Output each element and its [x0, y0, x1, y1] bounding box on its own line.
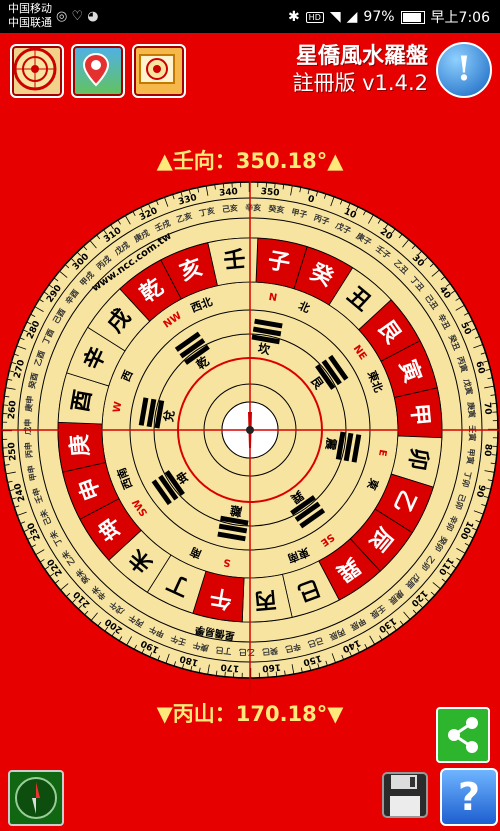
compass-mode-button[interactable] — [10, 44, 64, 98]
app-version: 註冊版 v1.4.2 — [292, 71, 428, 95]
map-pin-icon — [82, 52, 110, 87]
mountain-label: 壬 — [223, 247, 247, 274]
help-icon: ? — [457, 775, 481, 819]
jiazi-label: 丙申 — [23, 442, 34, 459]
degree-label: 340 — [219, 187, 239, 199]
battery-icon — [400, 10, 425, 24]
compass-icon — [13, 47, 57, 91]
jiazi-label: 戊申 — [22, 419, 32, 436]
degree-label: 160 — [262, 661, 282, 673]
degree-label: 250 — [7, 442, 19, 462]
trigram-label: 離 — [229, 503, 243, 520]
jiazi-label: 甲寅 — [465, 448, 477, 465]
jiazi-label: 己亥 — [221, 203, 238, 214]
app-title: 星僑風水羅盤 註冊版 v1.4.2 — [292, 44, 428, 96]
direction-label: W — [112, 401, 125, 414]
jiazi-label: 丁巳 — [215, 645, 232, 656]
mountain-label: 卯 — [403, 446, 431, 472]
clock: 早上7:06 — [430, 10, 490, 26]
photo-button[interactable] — [132, 44, 186, 98]
carrier-2: 中国联通 — [8, 16, 52, 29]
compass-svg: 0102030405060708090100110120130140150160… — [0, 175, 500, 695]
mountain-label: 庚 — [66, 433, 94, 457]
carrier-1: 中国移动 — [8, 2, 52, 15]
degree-label: 80 — [482, 443, 493, 456]
mountain-label: 子 — [266, 248, 292, 276]
wifi-icon: ◥ — [329, 9, 341, 25]
jiazi-label: 癸亥 — [267, 203, 285, 215]
save-icon — [382, 772, 428, 818]
info-icon: ! — [456, 49, 472, 89]
jiazi-label: 庚寅 — [466, 401, 477, 418]
trigram-label: 坎 — [257, 340, 271, 357]
hd-icon: HD — [305, 11, 324, 23]
sitting-reading: ▼丙山：170.18°▼ — [156, 702, 344, 726]
app-name: 星僑風水羅盤 — [295, 44, 428, 69]
compass-needle-icon — [15, 777, 57, 819]
trigram-label: 兌 — [160, 409, 177, 423]
mountain-label: 酉 — [68, 388, 96, 414]
notification-icons: ◎ ♡ ◕ — [56, 9, 99, 24]
save-button[interactable] — [380, 768, 430, 822]
signal-icon: ◢ — [346, 9, 358, 25]
info-button[interactable]: ! — [436, 42, 492, 98]
mountain-label: 午 — [208, 583, 234, 612]
map-button[interactable] — [71, 44, 125, 98]
battery-percent: 97% — [363, 9, 395, 25]
help-button[interactable]: ? — [440, 768, 498, 826]
share-button[interactable] — [436, 707, 490, 763]
degree-label: 260 — [7, 400, 19, 420]
jiazi-label: 壬寅 — [467, 425, 477, 441]
mountain-label: 甲 — [406, 403, 433, 427]
jiazi-label: 辛亥 — [245, 202, 261, 212]
compass-dial[interactable]: 0 10 20 30 40 50 60 70 80 90 100 110 120 130 140 150 160… — [0, 175, 500, 695]
degree-label: 170 — [220, 661, 240, 673]
photo-icon — [139, 54, 175, 84]
status-bar: 中国移动 中国联通 ◎ ♡ ◕ ✱ HD ◥ ◢ 97% 早上7:06 — [0, 0, 500, 33]
bluetooth-icon: ✱ — [287, 9, 300, 25]
jiazi-label: 庚申 — [23, 395, 35, 412]
degree-label: 350 — [260, 187, 280, 199]
jiazi-label: 乙巳 — [239, 647, 255, 656]
compass-toggle-button[interactable] — [8, 770, 64, 826]
jiazi-label: 癸巳 — [262, 646, 280, 657]
needle-pivot — [246, 426, 254, 434]
degree-label: 70 — [481, 402, 492, 415]
mountain-label: 丙 — [253, 586, 277, 613]
carrier-info: 中国移动 中国联通 — [8, 2, 52, 30]
facing-reading: ▲壬向：350.18°▲ — [156, 149, 344, 173]
share-icon — [448, 717, 478, 753]
status-right: ✱ HD ◥ ◢ 97% 早上7:06 — [288, 7, 490, 27]
